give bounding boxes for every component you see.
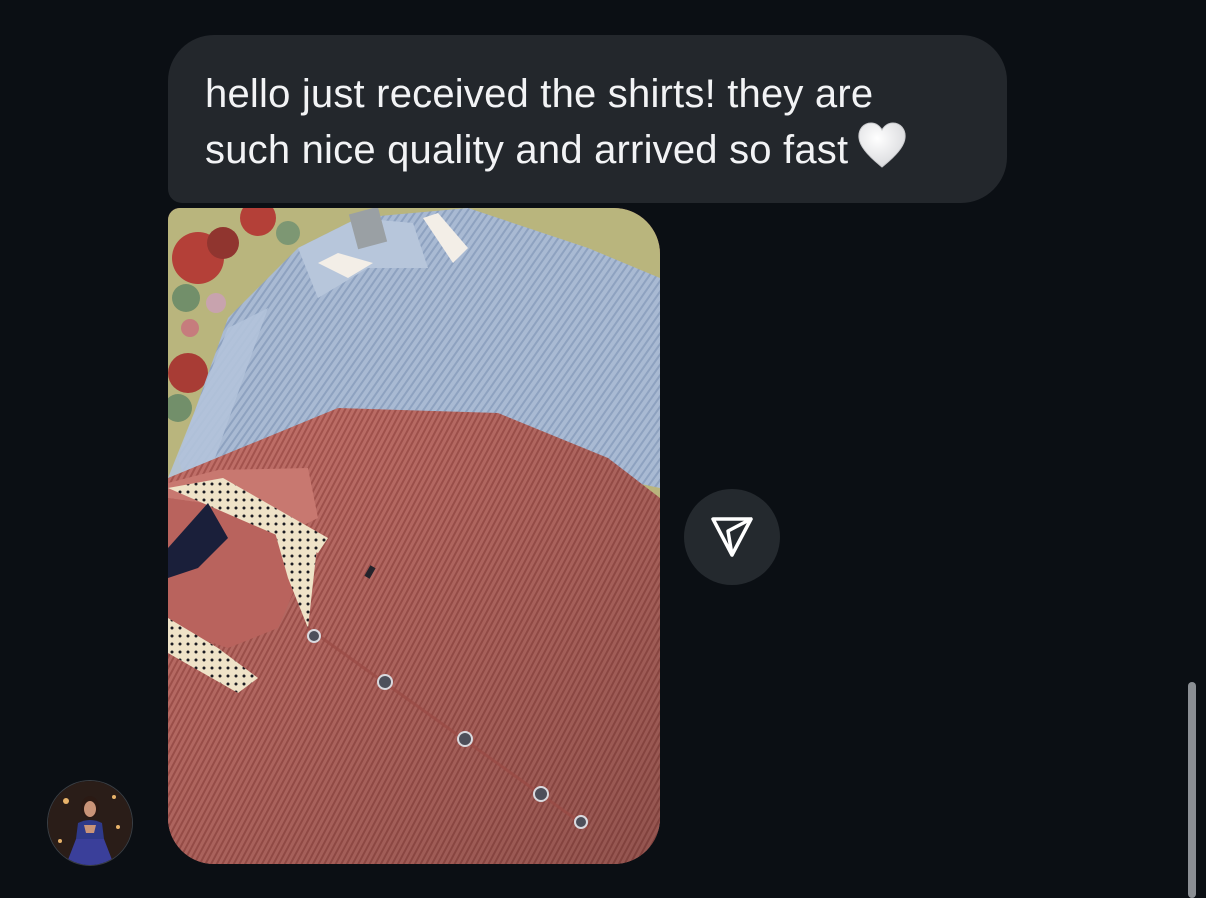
sender-avatar[interactable]	[48, 781, 132, 865]
white-heart-icon	[856, 121, 908, 183]
scrollbar[interactable]	[1188, 682, 1196, 898]
profile-avatar-image	[48, 781, 132, 865]
message-bubble[interactable]: hello just received the shirts! they are…	[168, 35, 1007, 203]
shirts-photo-image	[168, 208, 660, 864]
chat-thread: hello just received the shirts! they are…	[0, 0, 1206, 898]
share-button[interactable]	[684, 489, 780, 585]
message-text: hello just received the shirts! they are…	[205, 72, 874, 172]
message-photo[interactable]	[168, 208, 660, 864]
paper-plane-icon	[711, 517, 753, 557]
